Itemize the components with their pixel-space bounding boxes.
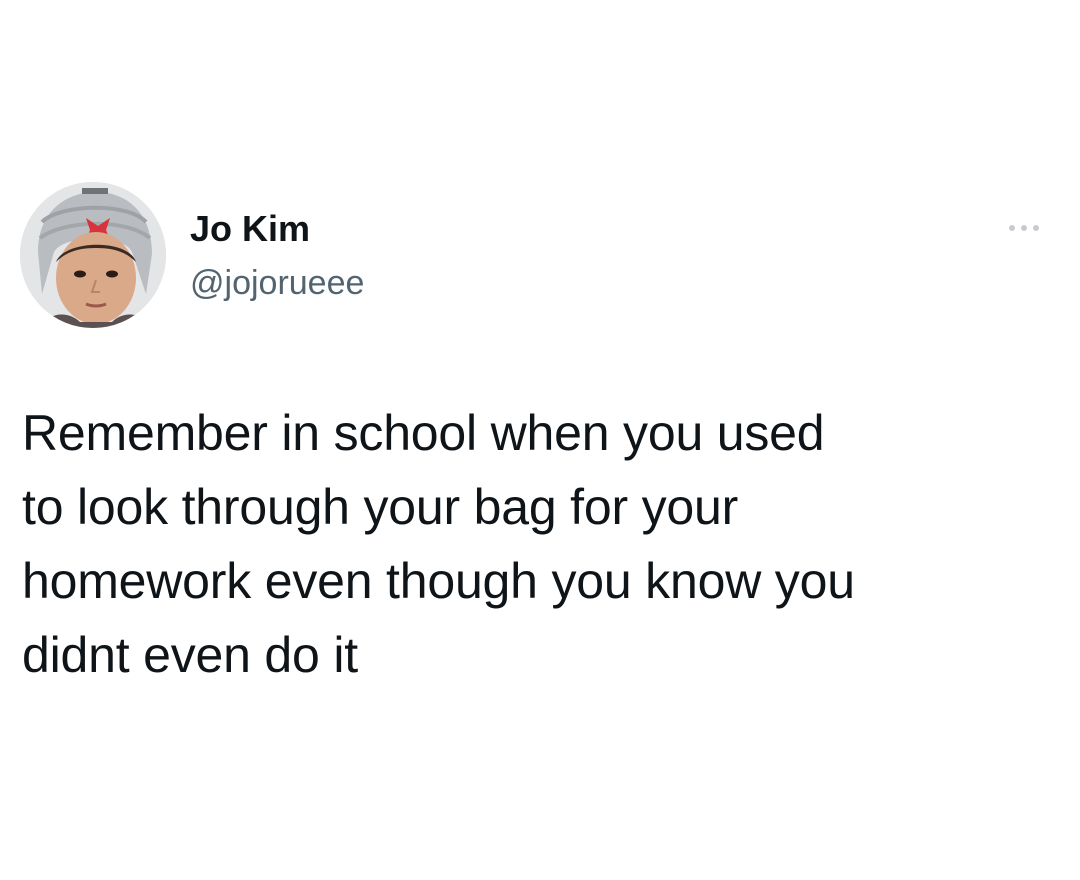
author-handle[interactable]: @jojorueee [190, 264, 364, 303]
avatar[interactable] [20, 182, 166, 328]
more-options-icon [1009, 225, 1039, 231]
more-options-button[interactable] [998, 214, 1050, 242]
tweet-card: Jo Kim @jojorueee Remember in school whe… [0, 0, 1080, 880]
user-avatar-photo-icon [20, 182, 166, 328]
author-name[interactable]: Jo Kim [190, 208, 310, 250]
tweet-text: Remember in school when you used to look… [22, 405, 855, 683]
